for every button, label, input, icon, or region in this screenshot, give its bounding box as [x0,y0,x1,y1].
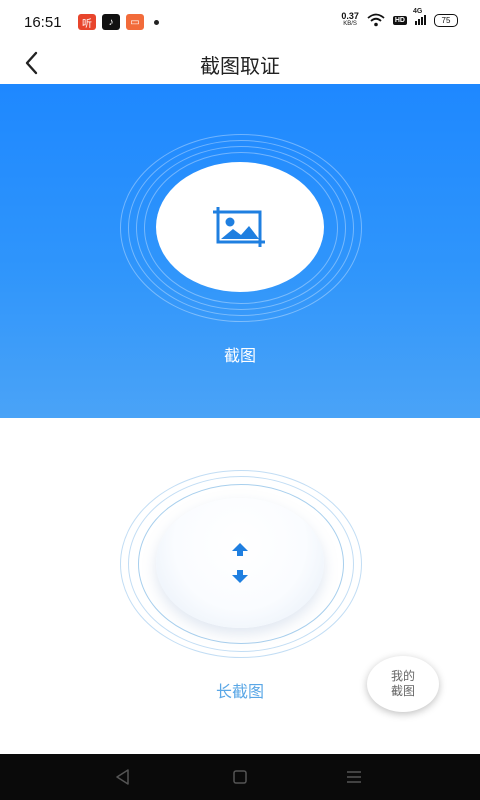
my-screenshots-label-line1: 我的 [390,669,415,683]
screenshot-label: 截图 [223,348,256,365]
nav-back-button[interactable] [112,766,134,788]
long-screenshot-button[interactable] [156,498,324,628]
status-indicators: 0.37 KB/S HD 4G 75 [341,8,458,28]
square-home-icon [233,770,247,784]
nav-menu-button[interactable] [343,766,365,788]
notification-icons: 听 ♪ ▭ [78,14,159,30]
nav-home-button[interactable] [229,766,251,788]
listen-app-icon: 听 [78,14,96,30]
vertical-arrows-icon [232,543,248,583]
tiktok-app-icon: ♪ [102,14,120,30]
page-title: 截图取证 [200,56,280,78]
status-bar: 16:51 听 ♪ ▭ 0.37 KB/S HD 4G 75 [0,0,480,44]
image-crop-icon [213,207,265,247]
network-speed: 0.37 KB/S [341,11,359,28]
system-nav-bar [0,754,480,800]
my-screenshots-button[interactable]: 我的 截图 [367,656,439,712]
menu-lines-icon [347,771,361,783]
screenshot-panel: 截图 [0,84,480,418]
title-bar: 截图取证 [0,44,480,84]
video-app-icon: ▭ [126,14,144,30]
more-notifications-dot-icon [154,19,159,25]
hd-badge: HD [392,15,407,25]
signal-icon: 4G [413,8,426,25]
screenshot-button[interactable] [156,162,324,292]
wifi-icon [367,13,385,27]
triangle-back-icon [116,769,129,785]
my-screenshots-label-line2: 截图 [390,684,415,698]
status-time: 16:51 [24,14,62,31]
battery-icon: 75 [434,13,458,27]
